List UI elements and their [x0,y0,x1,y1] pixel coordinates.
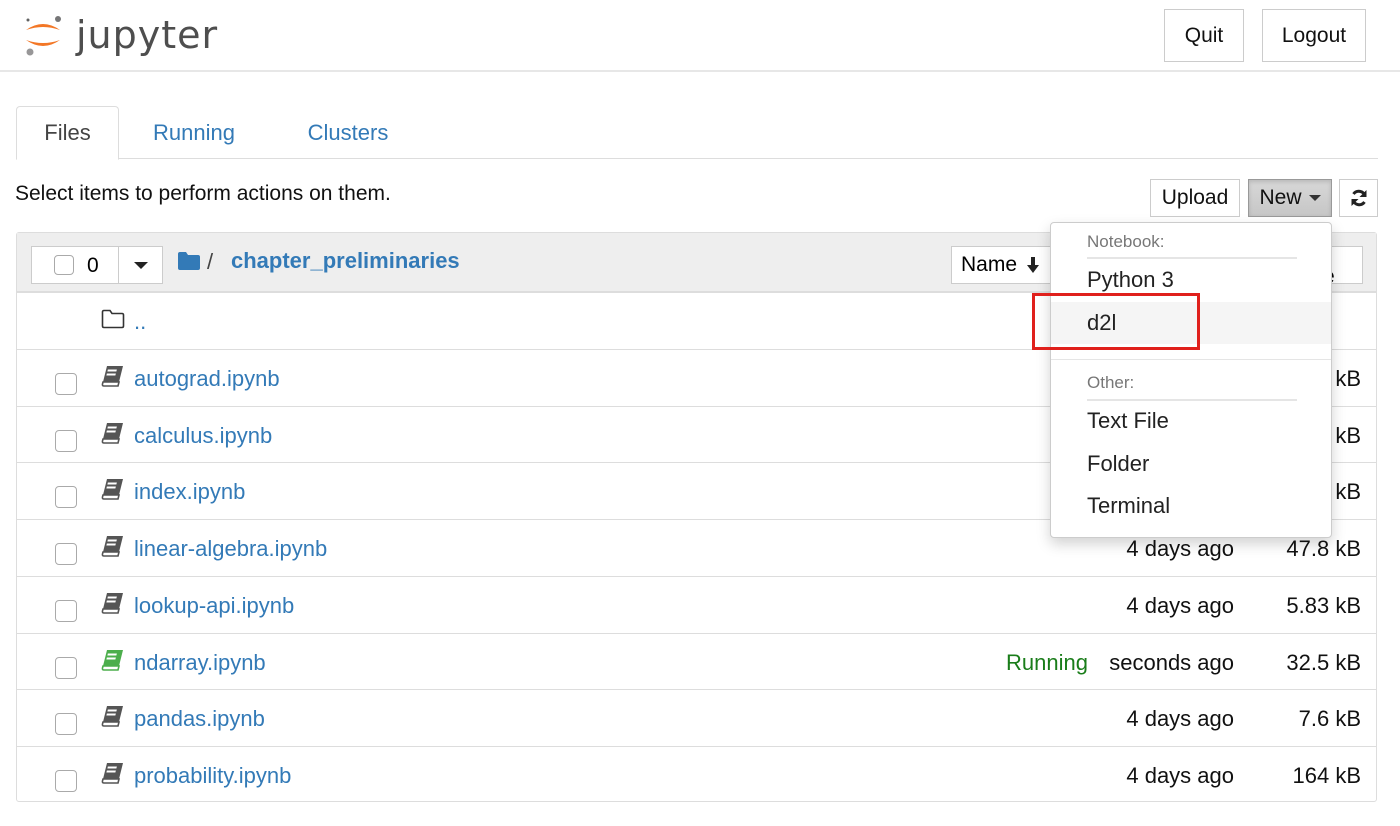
breadcrumb-current-folder[interactable]: chapter_preliminaries [231,248,460,274]
notebook-icon [101,422,123,444]
select-dropdown-button[interactable] [118,246,163,284]
refresh-icon [1351,189,1366,207]
folder-icon[interactable] [177,251,201,271]
arrow-down-icon [1027,257,1040,273]
folder-outline-icon [101,309,125,329]
last-modified: 4 days ago [1126,706,1234,732]
jupyter-logo-icon [26,16,61,56]
menu-divider [1051,359,1331,360]
file-name-link[interactable]: autograd.ipynb [134,366,280,392]
notebook-icon [101,762,123,784]
selection-hint: Select items to perform actions on them. [15,182,391,205]
file-name-link[interactable]: index.ipynb [134,479,245,505]
file-row[interactable]: lookup-api.ipynb 4 days ago 5.83 kB [17,575,1376,633]
menu-header-notebook: Notebook: [1087,232,1165,251]
notebook-icon [101,536,123,557]
select-all-checkbox[interactable] [54,255,74,275]
menu-item-terminal[interactable]: Terminal [1051,485,1331,527]
file-row[interactable]: pandas.ipynb 4 days ago 7.6 kB [17,689,1376,746]
notebook-icon [101,366,123,387]
logout-button[interactable]: Logout [1262,9,1366,62]
last-modified: seconds ago [1109,649,1234,675]
caret-down-icon [133,261,148,269]
last-modified: 4 days ago [1126,536,1234,562]
file-name-link[interactable]: pandas.ipynb [134,706,265,732]
file-checkbox[interactable] [55,543,77,566]
file-checkbox[interactable] [55,599,77,622]
menu-item-folder[interactable]: Folder [1051,443,1331,485]
refresh-button[interactable] [1339,179,1378,217]
file-checkbox[interactable] [55,656,77,679]
file-size: 47.8 kB [1286,536,1361,562]
file-checkbox[interactable] [55,713,77,736]
file-row[interactable]: probability.ipynb 4 days ago 164 kB [17,745,1376,803]
running-status: Running [1006,649,1088,675]
jupyter-logo[interactable]: jupyter [22,10,218,60]
file-checkbox[interactable] [55,373,77,395]
parent-dir-link[interactable]: .. [134,309,146,335]
last-modified: 4 days ago [1126,762,1234,788]
file-name-link[interactable]: ndarray.ipynb [134,650,266,676]
file-checkbox[interactable] [55,429,77,452]
file-size: 5.83 kB [1286,592,1361,618]
file-name-link[interactable]: calculus.ipynb [134,423,272,449]
file-checkbox[interactable] [55,486,77,509]
notebook-icon [101,649,123,671]
file-size: 32.5 kB [1286,649,1361,675]
sort-name-label: Name [961,253,1018,276]
breadcrumb-separator: / [207,249,214,274]
highlight-annotation-box [1032,293,1200,350]
file-size: 7.6 kB [1298,706,1361,732]
tab-running[interactable]: Running [134,106,254,159]
upload-button[interactable]: Upload [1150,179,1240,217]
file-checkbox[interactable] [55,769,77,792]
tab-files[interactable]: Files [16,106,119,160]
new-button[interactable]: New [1248,179,1332,217]
selected-count: 0 [87,254,99,277]
main-tabs: Files Running Clusters [16,106,1378,160]
file-name-link[interactable]: linear-algebra.ipynb [134,536,327,562]
menu-item-text-file[interactable]: Text File [1051,400,1331,442]
file-row[interactable]: ndarray.ipynb Running seconds ago 32.5 kB [17,632,1376,690]
file-name-link[interactable]: lookup-api.ipynb [134,593,294,619]
menu-header-other: Other: [1087,373,1135,392]
notebook-icon [101,592,123,614]
select-all[interactable]: 0 [31,246,119,284]
header: jupyter Quit Logout [0,0,1400,72]
sort-by-name-button[interactable]: Name [951,246,1051,284]
file-name-link[interactable]: probability.ipynb [134,763,291,789]
file-size: kB [1335,422,1361,448]
file-size: kB [1335,366,1361,391]
last-modified: 4 days ago [1126,592,1234,618]
new-dropdown-menu: Notebook: Python 3 d2l Other: Text File … [1050,222,1332,538]
notebook-icon [101,479,123,501]
caret-down-icon [1308,195,1321,201]
tab-clusters[interactable]: Clusters [278,106,418,159]
logo-text: jupyter [76,13,219,57]
notebook-icon [101,706,123,727]
new-button-label: New [1259,186,1302,209]
quit-button[interactable]: Quit [1164,9,1244,62]
file-size: kB [1335,479,1361,505]
file-size: 164 kB [1292,762,1362,788]
